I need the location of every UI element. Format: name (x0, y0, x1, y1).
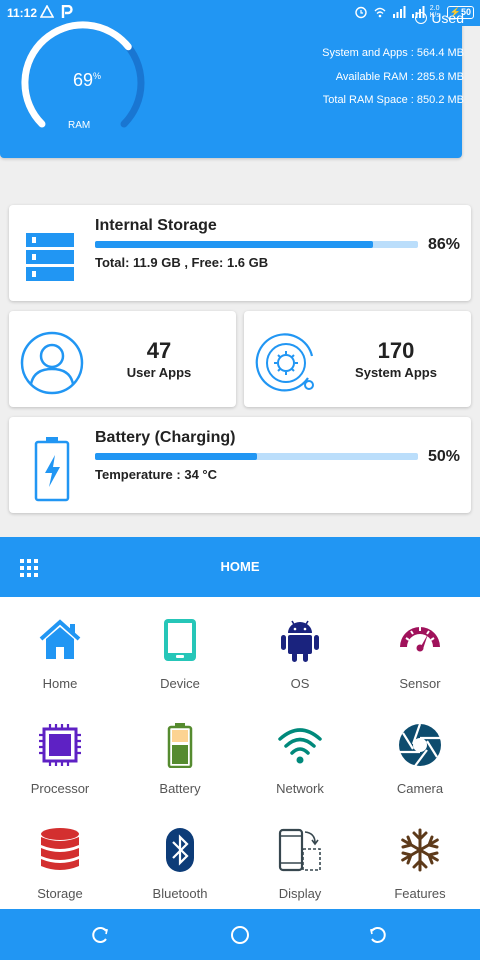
menu-item-home[interactable]: Home (0, 597, 120, 702)
menu-label-sensor: Sensor (399, 676, 441, 691)
chip-icon (39, 724, 81, 766)
home-icon (39, 619, 81, 659)
battery-title: Battery (Charging) (95, 429, 236, 446)
user-icon (20, 331, 84, 395)
system-gear-icon (255, 333, 314, 392)
menu-label-display: Display (278, 886, 322, 901)
home-button-icon[interactable] (230, 925, 250, 945)
menu-label-os: OS (290, 676, 310, 691)
storage-progress-bar (95, 241, 418, 248)
back-button-icon[interactable] (368, 925, 388, 945)
ram-used-legend: Used (415, 10, 464, 26)
storage-title: Internal Storage (95, 217, 217, 234)
menu-label-home: Home (42, 676, 78, 691)
battery-charging-icon (34, 437, 70, 502)
menu-label-bluetooth: Bluetooth (152, 886, 208, 901)
menu-label-device: Device (160, 676, 200, 691)
menu-item-sensor[interactable]: Sensor (360, 597, 480, 702)
battery-progress-fill (95, 453, 257, 460)
wifi-icon (278, 728, 322, 764)
menu-item-battery[interactable]: Battery (120, 702, 240, 807)
user-apps-count: 47 (146, 338, 172, 363)
ram-available: Available RAM : 285.8 MB (335, 70, 464, 83)
ram-percent-unit: % (93, 71, 102, 81)
menu-item-storage[interactable]: Storage (0, 807, 120, 912)
storage-percent: 86% (428, 236, 461, 253)
home-toolbar: HOME (0, 537, 480, 597)
menu-label-camera: Camera (396, 781, 444, 796)
system-navigation-bar (0, 909, 480, 960)
battery-progress-bar (95, 453, 418, 460)
menu-item-device[interactable]: Device (120, 597, 240, 702)
battery-icon (167, 723, 193, 768)
user-apps-label: User Apps (126, 365, 192, 380)
ram-label: RAM (68, 120, 91, 131)
internal-storage-card[interactable]: Internal Storage Total: 11.9 GB , Free: … (9, 205, 471, 301)
warning-icon (40, 5, 54, 18)
menu-label-processor: Processor (30, 781, 90, 796)
menu-grid: Home Device OS Sensor Processor Battery … (0, 597, 480, 909)
alarm-icon (355, 6, 367, 19)
system-apps-count: 170 (377, 338, 415, 363)
menu-item-display[interactable]: Display (240, 807, 360, 912)
database-icon (41, 828, 79, 870)
paytm-p-icon (61, 5, 73, 18)
user-apps-card[interactable]: 47 User Apps (9, 311, 236, 407)
menu-item-network[interactable]: Network (240, 702, 360, 807)
legend-circle-icon (415, 12, 428, 24)
home-title: HOME (220, 559, 260, 574)
storage-progress-fill (95, 241, 373, 248)
menu-label-network: Network (276, 781, 324, 796)
menu-label-storage: Storage (37, 886, 83, 901)
menu-item-camera[interactable]: Camera (360, 702, 480, 807)
gauge-icon (400, 627, 440, 652)
android-icon (281, 620, 319, 662)
ram-system-apps: System and Apps : 564.4 MB (322, 47, 464, 59)
server-storage-icon (26, 233, 74, 281)
display-rotate-icon (278, 828, 321, 872)
menu-label-battery: Battery (159, 781, 201, 796)
menu-label-features: Features (394, 886, 446, 901)
ram-info: System and Apps : 564.4 MB Available RAM… (322, 42, 464, 113)
tablet-icon (164, 619, 196, 661)
battery-percent: 50% (428, 448, 461, 465)
system-apps-label: System Apps (355, 365, 437, 380)
menu-item-features[interactable]: Features (360, 807, 480, 912)
menu-item-processor[interactable]: Processor (0, 702, 120, 807)
wifi-status-icon (374, 7, 386, 18)
battery-temperature: Temperature : 34 °C (95, 467, 217, 482)
storage-details: Total: 11.9 GB , Free: 1.6 GB (95, 255, 269, 270)
menu-item-bluetooth[interactable]: Bluetooth (120, 807, 240, 912)
battery-card[interactable]: Battery (Charging) Temperature : 34 °C 5… (9, 417, 471, 513)
signal-icon (392, 6, 406, 18)
camera-aperture-icon (399, 723, 441, 767)
menu-item-os[interactable]: OS (240, 597, 360, 702)
snowflake-icon (401, 828, 439, 872)
ram-used-label: Used (431, 10, 464, 26)
ram-percent: 69% (63, 70, 111, 91)
system-apps-card[interactable]: 170 System Apps (244, 311, 471, 407)
ram-total: Total RAM Space : 850.2 MB (322, 94, 464, 106)
bluetooth-icon (166, 828, 194, 872)
ram-percent-value: 69 (72, 70, 93, 90)
recents-button-icon[interactable] (90, 925, 110, 945)
